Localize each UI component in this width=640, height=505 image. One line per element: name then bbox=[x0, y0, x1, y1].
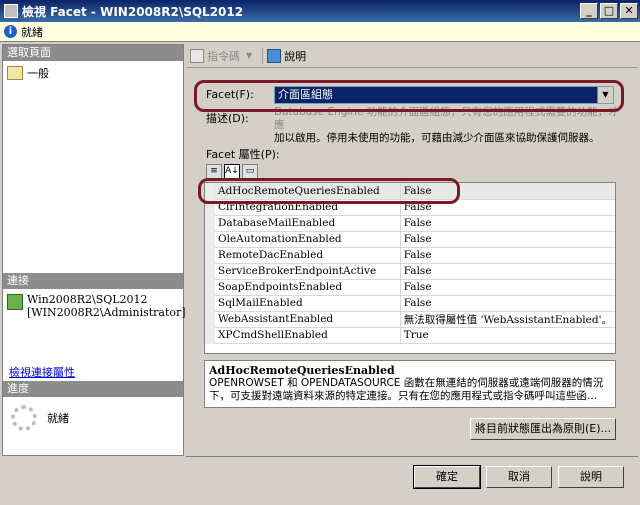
connection-user: [WIN2008R2\Administrator] bbox=[27, 306, 186, 319]
property-sort-buttons: ≡ A↓ ▭ bbox=[206, 164, 260, 179]
view-connection-properties-link[interactable]: 檢視連接屬性 bbox=[9, 364, 75, 380]
property-name: ClrIntegrationEnabled bbox=[215, 199, 401, 216]
property-value[interactable]: False bbox=[400, 247, 615, 264]
property-row[interactable]: WebAssistantEnabled 無法取得屬性值 'WebAssistan… bbox=[205, 311, 615, 328]
facet-selected-value: 介面區組態 bbox=[275, 87, 597, 103]
property-name: AdHocRemoteQueriesEnabled bbox=[215, 183, 401, 200]
script-icon bbox=[190, 48, 204, 63]
property-name: DatabaseMailEnabled bbox=[215, 215, 401, 232]
script-label: 指令碼 bbox=[207, 49, 240, 63]
window-title: 檢視 Facet - WIN2008R2\SQL2012 bbox=[22, 4, 244, 19]
maximize-button[interactable]: □ bbox=[600, 3, 618, 19]
left-pane: 選取頁面 一般 連接 Win2008R2\SQL2012 [WIN2008R2\… bbox=[2, 44, 186, 456]
connection-info: Win2008R2\SQL2012 [WIN2008R2\Administrat… bbox=[7, 293, 186, 319]
property-name: ServiceBrokerEndpointActive bbox=[215, 263, 401, 280]
toolbar-separator bbox=[262, 47, 264, 64]
facet-label-row: Facet(F): bbox=[206, 88, 254, 101]
progress-status: 就緒 bbox=[11, 405, 69, 431]
help-property-name: AdHocRemoteQueriesEnabled bbox=[209, 364, 395, 377]
minimize-button[interactable]: _ bbox=[580, 3, 598, 19]
script-button[interactable]: 指令碼 ▼ bbox=[190, 48, 252, 64]
help-description-line2: 下，可支援對遠端資料來源的特定連接。只有在您的應用程式或指令碼呼叫這些函... bbox=[209, 390, 598, 402]
property-help-panel: AdHocRemoteQueriesEnabled OPENROWSET 和 O… bbox=[204, 360, 616, 408]
property-name: SqlMailEnabled bbox=[215, 295, 401, 312]
property-row[interactable]: XPCmdShellEnabled True bbox=[205, 327, 615, 344]
help-toolbar-button[interactable]: 說明 bbox=[267, 48, 306, 64]
property-row[interactable]: SqlMailEnabled False bbox=[205, 295, 615, 312]
categorized-sort-icon[interactable]: ≡ bbox=[206, 164, 222, 179]
property-value[interactable]: False bbox=[400, 199, 615, 216]
help-description-line1: OPENROWSET 和 OPENDATASOURCE 函數在無連結的伺服器或遠… bbox=[209, 377, 604, 389]
description-label: 描述(D): bbox=[206, 112, 249, 125]
property-value[interactable]: 無法取得屬性值 'WebAssistantEnabled'。 bbox=[400, 311, 615, 328]
cancel-button[interactable]: 取消 bbox=[486, 466, 552, 488]
help-button[interactable]: 說明 bbox=[558, 466, 624, 488]
chevron-down-icon[interactable]: ▼ bbox=[597, 87, 613, 103]
property-value[interactable]: False bbox=[400, 231, 615, 248]
property-name: SoapEndpointsEnabled bbox=[215, 279, 401, 296]
title-bar: 檢視 Facet - WIN2008R2\SQL2012 _ □ ✕ bbox=[0, 0, 640, 22]
property-row[interactable]: RemoteDacEnabled False bbox=[205, 247, 615, 264]
property-row[interactable]: ServiceBrokerEndpointActive False bbox=[205, 263, 615, 280]
export-policy-button[interactable]: 將目前狀態匯出為原則(E)... bbox=[470, 418, 616, 440]
facet-select[interactable]: 介面區組態 ▼ bbox=[274, 86, 614, 104]
alphabetical-sort-icon[interactable]: A↓ bbox=[224, 164, 240, 179]
property-name: XPCmdShellEnabled bbox=[215, 327, 401, 344]
property-value[interactable]: False bbox=[400, 263, 615, 280]
property-value[interactable]: False bbox=[400, 279, 615, 296]
property-grid: AdHocRemoteQueriesEnabled False ClrInteg… bbox=[204, 182, 616, 354]
ok-button[interactable]: 確定 bbox=[413, 465, 481, 489]
connection-header: 連接 bbox=[3, 273, 183, 289]
facet-label: Facet(F): bbox=[206, 88, 254, 101]
facet-properties-label: Facet 屬性(P): bbox=[206, 148, 280, 161]
progress-spinner-icon bbox=[11, 405, 37, 431]
close-button[interactable]: ✕ bbox=[620, 3, 638, 19]
property-row[interactable]: OleAutomationEnabled False bbox=[205, 231, 615, 248]
page-item-label: 一般 bbox=[27, 67, 49, 80]
property-value[interactable]: False bbox=[400, 215, 615, 232]
facet-description-line1: Database Engine 功能的介面區組態，只有您的應用程式需要的功能，才… bbox=[274, 106, 619, 131]
property-row[interactable]: ClrIntegrationEnabled False bbox=[205, 199, 615, 216]
footer-divider bbox=[186, 456, 638, 457]
properties-page-icon bbox=[7, 66, 23, 80]
window-app-icon bbox=[4, 4, 18, 18]
chevron-down-icon: ▼ bbox=[246, 51, 253, 60]
info-icon: i bbox=[4, 25, 17, 38]
progress-header: 進度 bbox=[3, 381, 183, 397]
toolbar: 指令碼 ▼ 說明 bbox=[186, 44, 638, 68]
property-row[interactable]: SoapEndpointsEnabled False bbox=[205, 279, 615, 296]
property-name: OleAutomationEnabled bbox=[215, 231, 401, 248]
property-row[interactable]: AdHocRemoteQueriesEnabled False bbox=[205, 183, 615, 200]
property-value[interactable]: False bbox=[400, 295, 615, 312]
facet-description: Database Engine 功能的介面區組態，只有您的應用程式需要的功能，才… bbox=[274, 106, 624, 145]
select-page-header: 選取頁面 bbox=[3, 45, 183, 61]
server-connection-icon bbox=[7, 294, 23, 310]
property-name: RemoteDacEnabled bbox=[215, 247, 401, 264]
facet-description-line2: 加以啟用。停用未使用的功能，可藉由減少介面區來協助保護伺服器。 bbox=[274, 132, 600, 144]
help-icon bbox=[267, 48, 282, 63]
connection-server: Win2008R2\SQL2012 bbox=[27, 293, 148, 306]
progress-status-text: 就緒 bbox=[47, 412, 69, 425]
status-bar: i 就緒 bbox=[0, 22, 640, 42]
property-pages-icon[interactable]: ▭ bbox=[242, 164, 258, 179]
property-name: WebAssistantEnabled bbox=[215, 311, 401, 328]
property-value[interactable]: False bbox=[400, 183, 615, 200]
help-toolbar-label: 說明 bbox=[284, 49, 307, 63]
property-value[interactable]: True bbox=[400, 327, 615, 344]
page-item-general[interactable]: 一般 bbox=[7, 65, 49, 81]
status-text: 就緒 bbox=[21, 25, 43, 39]
property-row[interactable]: DatabaseMailEnabled False bbox=[205, 215, 615, 232]
